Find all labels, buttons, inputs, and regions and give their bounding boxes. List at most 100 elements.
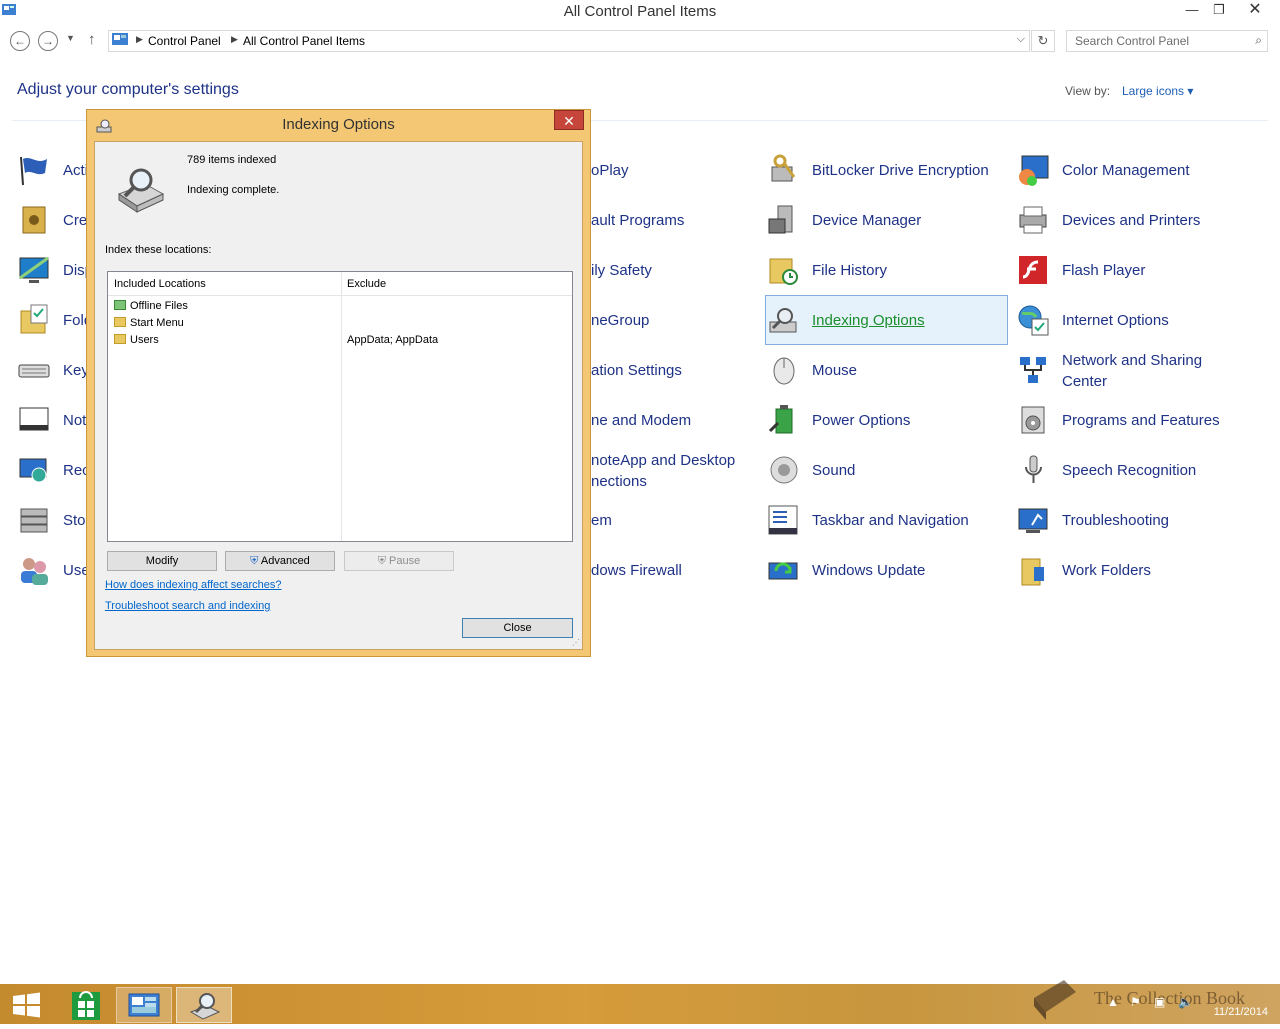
recent-locations-dropdown[interactable]: ▼ — [66, 33, 75, 43]
cp-item-troubleshooting[interactable]: Troubleshooting — [1016, 495, 1256, 545]
close-window-button[interactable]: ✕ — [1240, 0, 1270, 22]
cp-item-default-programs[interactable]: ault Programs — [591, 195, 751, 245]
list-item[interactable]: Users — [114, 332, 159, 348]
cp-item-flash-player[interactable]: Flash Player — [1016, 245, 1256, 295]
cp-item-display[interactable]: Disp — [17, 245, 93, 295]
cp-item-label: Windows Update — [812, 562, 926, 579]
column-header-exclude[interactable]: Exclude — [342, 272, 572, 296]
breadcrumb-control-panel[interactable]: Control Panel — [148, 34, 221, 48]
cp-item-work-folders[interactable]: Work Folders — [1016, 545, 1256, 595]
cp-item-windows-firewall[interactable]: dows Firewall — [591, 545, 751, 595]
cp-item-notification-area[interactable]: Not — [17, 395, 87, 445]
cp-item-internet-options[interactable]: Internet Options — [1016, 295, 1256, 345]
cp-item-color-management[interactable]: Color Management — [1016, 145, 1256, 195]
cp-item-location-settings[interactable]: ation Settings — [591, 345, 751, 395]
cp-item-recovery[interactable]: Rec — [17, 445, 90, 495]
cp-item-family-safety[interactable]: ily Safety — [591, 245, 751, 295]
cp-item-indexing-options[interactable]: Indexing Options — [765, 295, 1008, 345]
cp-item-label: dows Firewall — [591, 562, 682, 579]
taskbar — [0, 984, 1280, 1024]
maximize-button[interactable]: ❐ — [1204, 0, 1234, 22]
view-by-dropdown[interactable]: Large icons ▾ — [1122, 84, 1193, 98]
cp-item-network-sharing[interactable]: Network and Sharing Center — [1016, 345, 1256, 395]
offline-files-icon — [114, 300, 126, 310]
cp-item-user-accounts[interactable]: Use — [17, 545, 90, 595]
start-button[interactable] — [0, 987, 56, 1023]
indexing-drive-icon — [117, 168, 165, 213]
cp-item-device-manager[interactable]: Device Manager — [766, 195, 1006, 245]
window-titlebar: All Control Panel Items — ❐ ✕ — [0, 0, 1280, 24]
control-panel-icon — [128, 993, 160, 1017]
globe-icon — [1018, 305, 1049, 336]
tray-expand-icon[interactable]: ▲ — [1107, 995, 1119, 1009]
how-indexing-affects-link[interactable]: How does indexing affect searches? — [105, 579, 282, 591]
minimize-button[interactable]: — — [1177, 0, 1207, 22]
device-manager-icon — [768, 205, 793, 234]
pause-button[interactable]: ⛨ Pause — [344, 551, 454, 571]
cp-item-label: Cre — [63, 212, 88, 229]
cp-item-programs-features[interactable]: Programs and Features — [1016, 395, 1256, 445]
taskbar-indexing-options-button[interactable] — [176, 987, 232, 1023]
cp-item-remoteapp[interactable]: noteApp and Desktop nections — [591, 445, 751, 495]
cp-item-folder-options[interactable]: Fold — [17, 295, 92, 345]
search-box[interactable]: ⌕ — [1066, 30, 1268, 52]
taskbar-control-panel-button[interactable] — [116, 987, 172, 1023]
cp-item-sound[interactable]: Sound — [766, 445, 1006, 495]
up-button[interactable]: ↑ — [88, 31, 96, 48]
cp-item-storage-spaces[interactable]: Sto — [17, 495, 87, 545]
cp-item-credential-manager[interactable]: Cre — [17, 195, 87, 245]
cp-item-homegroup[interactable]: neGroup — [591, 295, 751, 345]
search-icon[interactable]: ⌕ — [1255, 33, 1262, 48]
dialog-close-button[interactable]: ✕ — [554, 110, 584, 130]
cp-item-label: Color Management — [1062, 162, 1190, 179]
store-icon — [72, 991, 100, 1020]
column-header-included[interactable]: Included Locations — [108, 272, 341, 296]
cp-item-autoplay[interactable]: oPlay — [591, 145, 751, 195]
search-input[interactable] — [1073, 33, 1247, 49]
cp-item-keyboard[interactable]: Key — [17, 345, 89, 395]
advanced-button[interactable]: ⛨ Advanced — [225, 551, 335, 571]
back-button[interactable]: ← — [10, 31, 30, 51]
address-bar[interactable]: ▶ Control Panel ▶ All Control Panel Item… — [108, 30, 1030, 52]
troubleshoot-indexing-link[interactable]: Troubleshoot search and indexing — [105, 600, 270, 612]
locations-list[interactable]: Included Locations Exclude Offline Files… — [107, 271, 573, 542]
breadcrumb-all-items[interactable]: All Control Panel Items — [243, 34, 365, 48]
cp-item-label: ne and Modem — [591, 412, 692, 429]
cp-item-system[interactable]: em — [591, 495, 751, 545]
cp-item-label: Network and Sharing — [1062, 352, 1203, 369]
refresh-icon: ↻ — [1037, 33, 1049, 48]
cp-item-label: Indexing Options — [812, 312, 925, 329]
cp-item-label: Power Options — [812, 412, 911, 429]
cp-item-power-options[interactable]: Power Options — [766, 395, 1006, 445]
cp-item-devices-printers[interactable]: Devices and Printers — [1016, 195, 1256, 245]
cp-item-label: Device Manager — [812, 212, 922, 229]
dialog-body: 789 items indexed Indexing complete. Ind… — [94, 141, 583, 650]
taskbar-store-button[interactable] — [58, 987, 114, 1023]
action-center-flag-icon[interactable]: ⚑ — [1130, 995, 1141, 1009]
cp-item-mouse[interactable]: Mouse — [766, 345, 1006, 395]
programs-icon — [1021, 406, 1045, 434]
refresh-button[interactable]: ↻ — [1031, 30, 1055, 52]
list-item[interactable]: Offline Files — [114, 298, 188, 314]
cp-item-windows-update[interactable]: Windows Update — [766, 545, 1006, 595]
forward-button[interactable]: → — [38, 31, 58, 51]
taskbar-date[interactable]: 11/21/2014 — [1208, 1006, 1268, 1018]
network-tray-icon[interactable]: ▣ — [1154, 995, 1165, 1009]
control-panel-icon — [112, 33, 128, 45]
cp-item-bitlocker[interactable]: BitLocker Drive Encryption — [766, 145, 1006, 195]
resize-grip-icon[interactable]: ⋰ — [572, 638, 580, 647]
address-dropdown-icon[interactable]: ⌵ — [1017, 33, 1025, 46]
cp-item-phone-and-modem[interactable]: ne and Modem — [591, 395, 751, 445]
close-button[interactable]: Close — [462, 618, 573, 638]
color-management-icon — [1019, 155, 1049, 186]
storage-icon — [20, 508, 48, 533]
cp-item-taskbar-navigation[interactable]: Taskbar and Navigation — [766, 495, 1006, 545]
cp-item-speech-recognition[interactable]: Speech Recognition — [1016, 445, 1256, 495]
cp-item-file-history[interactable]: File History — [766, 245, 1006, 295]
volume-tray-icon[interactable]: 🔈 — [1178, 995, 1193, 1009]
cp-item-action-center[interactable]: Acti — [17, 145, 88, 195]
cp-item-label: Programs and Features — [1062, 412, 1220, 429]
list-item[interactable]: Start Menu — [114, 315, 184, 331]
modify-button[interactable]: Modify — [107, 551, 217, 571]
recovery-icon — [19, 458, 47, 483]
